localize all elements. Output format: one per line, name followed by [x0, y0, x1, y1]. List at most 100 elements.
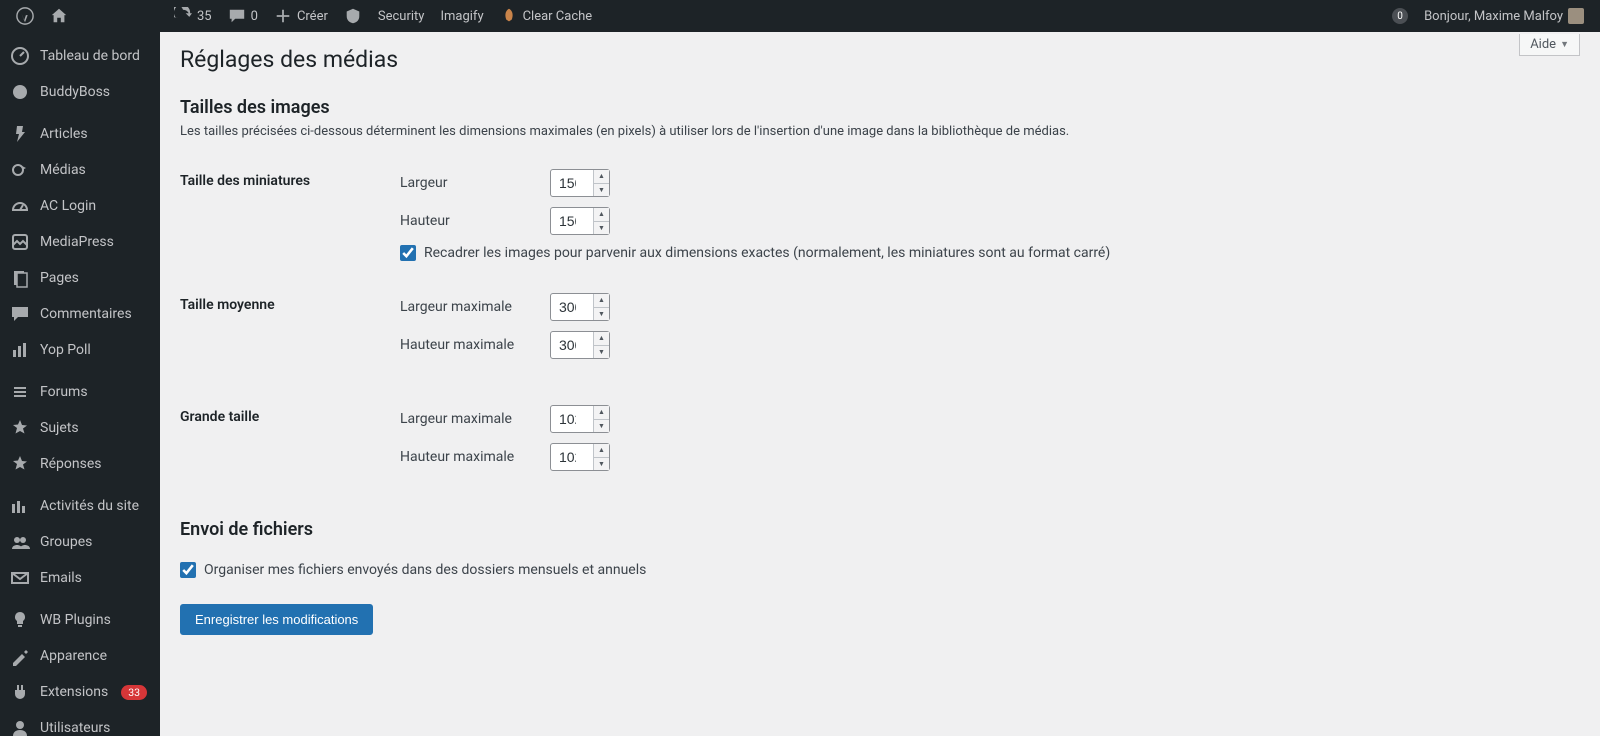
sidebar-item-articles[interactable]: Articles: [0, 116, 160, 152]
avatar-icon: [1568, 8, 1584, 24]
comments-link[interactable]: 0: [220, 0, 266, 32]
admin-sidebar: Tableau de bord BuddyBoss Articles Média…: [0, 32, 160, 736]
sidebar-item-reponses[interactable]: Réponses: [0, 446, 160, 482]
dashboard-icon: [10, 46, 30, 66]
medium-max-width-label: Largeur maximale: [400, 299, 550, 315]
clear-cache-label: Clear Cache: [523, 9, 593, 24]
sidebar-item-label: Activités du site: [40, 498, 139, 514]
thumb-heading: Taille des miniatures: [180, 161, 400, 269]
updates-count: 35: [197, 9, 212, 24]
sidebar-item-commentaires[interactable]: Commentaires: [0, 296, 160, 332]
updates-link[interactable]: 35: [166, 0, 220, 32]
number-spinner[interactable]: ▲▼: [593, 294, 609, 320]
number-spinner[interactable]: ▲▼: [593, 170, 609, 196]
thumb-crop-row[interactable]: Recadrer les images pour parvenir aux di…: [400, 245, 1580, 261]
mediapress-icon: [10, 232, 30, 252]
upload-organize-label: Organiser mes fichiers envoyés dans des …: [204, 562, 646, 578]
imagify-label: Imagify: [440, 9, 483, 24]
number-spinner[interactable]: ▲▼: [593, 406, 609, 432]
thumb-height-label: Hauteur: [400, 213, 550, 229]
sidebar-item-extensions[interactable]: Extensions 33: [0, 674, 160, 710]
sidebar-item-label: BuddyBoss: [40, 84, 110, 100]
security-link[interactable]: Security: [370, 0, 433, 32]
sidebar-item-label: Utilisateurs: [40, 720, 110, 736]
sidebar-item-forums[interactable]: Forums: [0, 374, 160, 410]
buddyboss-icon: [10, 82, 30, 102]
shield-icon: [344, 7, 362, 25]
clear-cache-link[interactable]: Clear Cache: [492, 0, 601, 32]
sidebar-item-label: Yop Poll: [40, 342, 91, 358]
replies-icon: [10, 454, 30, 474]
media-icon: [10, 160, 30, 180]
gauge-icon: [10, 196, 30, 216]
medium-heading: Taille moyenne: [180, 285, 400, 377]
sidebar-item-label: Groupes: [40, 534, 92, 550]
imagify-link[interactable]: Imagify: [432, 0, 491, 32]
page-title: Réglages des médias: [180, 32, 1580, 77]
sidebar-item-apparence[interactable]: Apparence: [0, 638, 160, 674]
media-sizes-table: Taille des miniatures Largeur ▲▼ Hauteur: [180, 161, 1580, 489]
upload-organize-checkbox[interactable]: [180, 562, 196, 578]
email-icon: [10, 568, 30, 588]
refresh-icon: [174, 7, 192, 25]
section-sizes-title: Tailles des images: [180, 97, 1580, 118]
comment-bubble-icon: [228, 7, 246, 25]
home-link[interactable]: [42, 0, 76, 32]
shield-item[interactable]: [336, 0, 370, 32]
create-label: Créer: [297, 9, 328, 24]
content-area: Aide ▼ Réglages des médias Tailles des i…: [160, 32, 1600, 736]
sidebar-item-label: WB Plugins: [40, 612, 111, 628]
sidebar-item-buddyboss[interactable]: BuddyBoss: [0, 74, 160, 110]
sidebar-item-activites[interactable]: Activités du site: [0, 488, 160, 524]
number-spinner[interactable]: ▲▼: [593, 332, 609, 358]
sidebar-item-pages[interactable]: Pages: [0, 260, 160, 296]
sidebar-item-medias[interactable]: Médias: [0, 152, 160, 188]
activity-icon: [10, 496, 30, 516]
forums-icon: [10, 382, 30, 402]
thumb-crop-checkbox[interactable]: [400, 245, 416, 261]
topics-icon: [10, 418, 30, 438]
upload-organize-row[interactable]: Organiser mes fichiers envoyés dans des …: [180, 562, 1580, 578]
sidebar-item-label: Pages: [40, 270, 79, 286]
appearance-icon: [10, 646, 30, 666]
account-link[interactable]: Bonjour, Maxime Malfoy: [1416, 0, 1592, 32]
number-spinner[interactable]: ▲▼: [593, 208, 609, 234]
thumb-width-label: Largeur: [400, 175, 550, 191]
sidebar-item-label: Commentaires: [40, 306, 132, 322]
save-button[interactable]: Enregistrer les modifications: [180, 604, 373, 635]
sidebar-item-label: Apparence: [40, 648, 107, 664]
home-icon: [50, 7, 68, 25]
sidebar-item-label: AC Login: [40, 198, 96, 214]
help-tab[interactable]: Aide ▼: [1519, 34, 1580, 56]
sidebar-item-mediapress[interactable]: MediaPress: [0, 224, 160, 260]
sidebar-item-ac-login[interactable]: AC Login: [0, 188, 160, 224]
create-new-link[interactable]: Créer: [266, 0, 336, 32]
admin-toolbar: 35 0 Créer Security Imagify Clear Cache …: [0, 0, 1600, 32]
wordpress-logo[interactable]: [8, 0, 42, 32]
sidebar-item-dashboard[interactable]: Tableau de bord: [0, 38, 160, 74]
sidebar-item-wb-plugins[interactable]: WB Plugins: [0, 602, 160, 638]
large-heading: Grande taille: [180, 397, 400, 489]
plus-icon: [274, 7, 292, 25]
sidebar-item-emails[interactable]: Emails: [0, 560, 160, 596]
large-max-width-label: Largeur maximale: [400, 411, 550, 427]
section-sizes-desc: Les tailles précisées ci-dessous détermi…: [180, 124, 1580, 139]
sidebar-item-label: Forums: [40, 384, 88, 400]
wordpress-icon: [16, 7, 34, 25]
notifications-link[interactable]: 0: [1384, 0, 1416, 32]
sidebar-item-yop-poll[interactable]: Yop Poll: [0, 332, 160, 368]
comment-icon: [10, 304, 30, 324]
sidebar-item-label: Tableau de bord: [40, 48, 140, 64]
comments-count: 0: [251, 9, 258, 24]
sidebar-item-sujets[interactable]: Sujets: [0, 410, 160, 446]
sidebar-item-label: Articles: [40, 126, 88, 142]
number-spinner[interactable]: ▲▼: [593, 444, 609, 470]
sidebar-item-label: Extensions: [40, 684, 108, 700]
sidebar-item-groupes[interactable]: Groupes: [0, 524, 160, 560]
sidebar-item-label: Sujets: [40, 420, 79, 436]
security-label: Security: [378, 9, 425, 24]
groups-icon: [10, 532, 30, 552]
pages-icon: [10, 268, 30, 288]
sidebar-item-label: MediaPress: [40, 234, 114, 250]
sidebar-item-utilisateurs[interactable]: Utilisateurs: [0, 710, 160, 736]
